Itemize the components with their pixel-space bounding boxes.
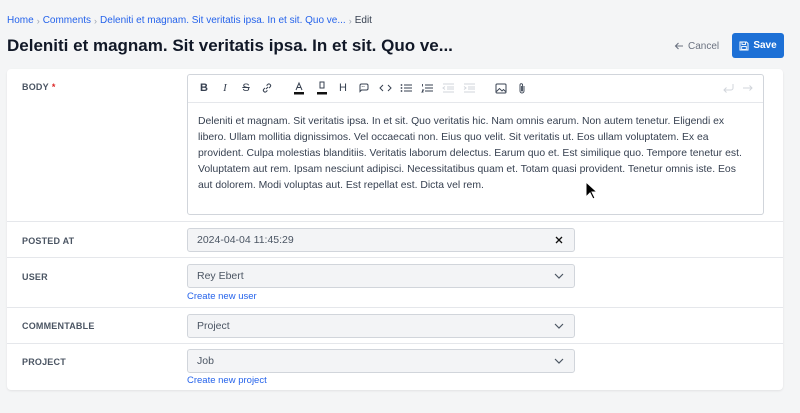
- breadcrumb: Home › Comments › Deleniti et magnam. Si…: [7, 15, 372, 26]
- editor-content[interactable]: Deleniti et magnam. Sit veritatis ipsa. …: [188, 103, 763, 194]
- project-value: Job: [197, 355, 214, 367]
- posted-at-field[interactable]: 2024-04-04 11:45:29: [187, 228, 575, 252]
- breadcrumb-separator: ›: [94, 15, 98, 26]
- cancel-label: Cancel: [688, 40, 720, 52]
- quote-icon[interactable]: “”: [357, 81, 371, 95]
- link-icon[interactable]: [260, 81, 274, 95]
- project-row: PROJECT Job Create new project: [7, 343, 783, 390]
- body-label: BODY *: [22, 82, 56, 92]
- image-icon[interactable]: [494, 81, 508, 95]
- commentable-label: COMMENTABLE: [22, 321, 95, 331]
- bullet-list-icon[interactable]: [399, 81, 413, 95]
- cancel-button[interactable]: Cancel: [674, 34, 719, 58]
- user-row: USER Rey Ebert Create new user: [7, 257, 783, 307]
- text-color-icon[interactable]: [292, 81, 306, 95]
- create-new-project-link[interactable]: Create new project: [187, 375, 267, 386]
- chevron-down-icon: [553, 270, 565, 282]
- undo-icon[interactable]: [721, 81, 735, 95]
- breadcrumb-separator: ›: [348, 15, 352, 26]
- save-label: Save: [753, 40, 777, 51]
- commentable-row: COMMENTABLE Project: [7, 307, 783, 343]
- create-new-user-link[interactable]: Create new user: [187, 291, 257, 302]
- breadcrumb-home[interactable]: Home: [7, 15, 34, 26]
- project-select[interactable]: Job: [187, 349, 575, 373]
- bold-icon[interactable]: B: [197, 81, 211, 95]
- body-row: BODY * B I S H “” Deleniti et magnam. Si…: [7, 69, 783, 221]
- project-label: PROJECT: [22, 357, 66, 367]
- attachment-icon[interactable]: [515, 81, 529, 95]
- chevron-down-icon: [553, 355, 565, 367]
- posted-at-label: POSTED AT: [22, 236, 75, 246]
- posted-at-row: POSTED AT 2024-04-04 11:45:29: [7, 221, 783, 257]
- arrow-left-icon: [674, 42, 683, 50]
- user-value: Rey Ebert: [197, 270, 244, 282]
- editor-toolbar: B I S H “”: [188, 75, 763, 103]
- chevron-down-icon: [553, 320, 565, 332]
- italic-icon[interactable]: I: [218, 81, 232, 95]
- user-select[interactable]: Rey Ebert: [187, 264, 575, 288]
- breadcrumb-record[interactable]: Deleniti et magnam. Sit veritatis ipsa. …: [100, 15, 346, 26]
- save-button[interactable]: Save: [732, 33, 784, 58]
- indent-icon[interactable]: [462, 81, 476, 95]
- edit-form: BODY * B I S H “” Deleniti et magnam. Si…: [7, 69, 783, 390]
- posted-at-value: 2024-04-04 11:45:29: [197, 234, 294, 246]
- numbered-list-icon[interactable]: [420, 81, 434, 95]
- breadcrumb-current: Edit: [354, 15, 372, 26]
- svg-text:“”: “”: [362, 85, 365, 90]
- clear-icon[interactable]: [553, 234, 565, 246]
- code-icon[interactable]: [378, 81, 392, 95]
- redo-icon[interactable]: [741, 81, 755, 95]
- heading-icon[interactable]: H: [336, 81, 350, 95]
- commentable-value: Project: [197, 320, 230, 332]
- user-label: USER: [22, 272, 48, 282]
- rich-text-editor[interactable]: B I S H “” Deleniti et magnam. Sit verit…: [187, 74, 764, 215]
- highlight-icon[interactable]: [315, 81, 329, 95]
- save-icon: [739, 41, 749, 50]
- strikethrough-icon[interactable]: S: [239, 81, 253, 95]
- outdent-icon[interactable]: [441, 81, 455, 95]
- page-title: Deleniti et magnam. Sit veritatis ipsa. …: [7, 36, 453, 55]
- breadcrumb-comments[interactable]: Comments: [43, 15, 91, 26]
- commentable-select[interactable]: Project: [187, 314, 575, 338]
- breadcrumb-separator: ›: [36, 15, 40, 26]
- mouse-cursor-icon: [585, 181, 597, 200]
- required-marker: *: [51, 82, 56, 92]
